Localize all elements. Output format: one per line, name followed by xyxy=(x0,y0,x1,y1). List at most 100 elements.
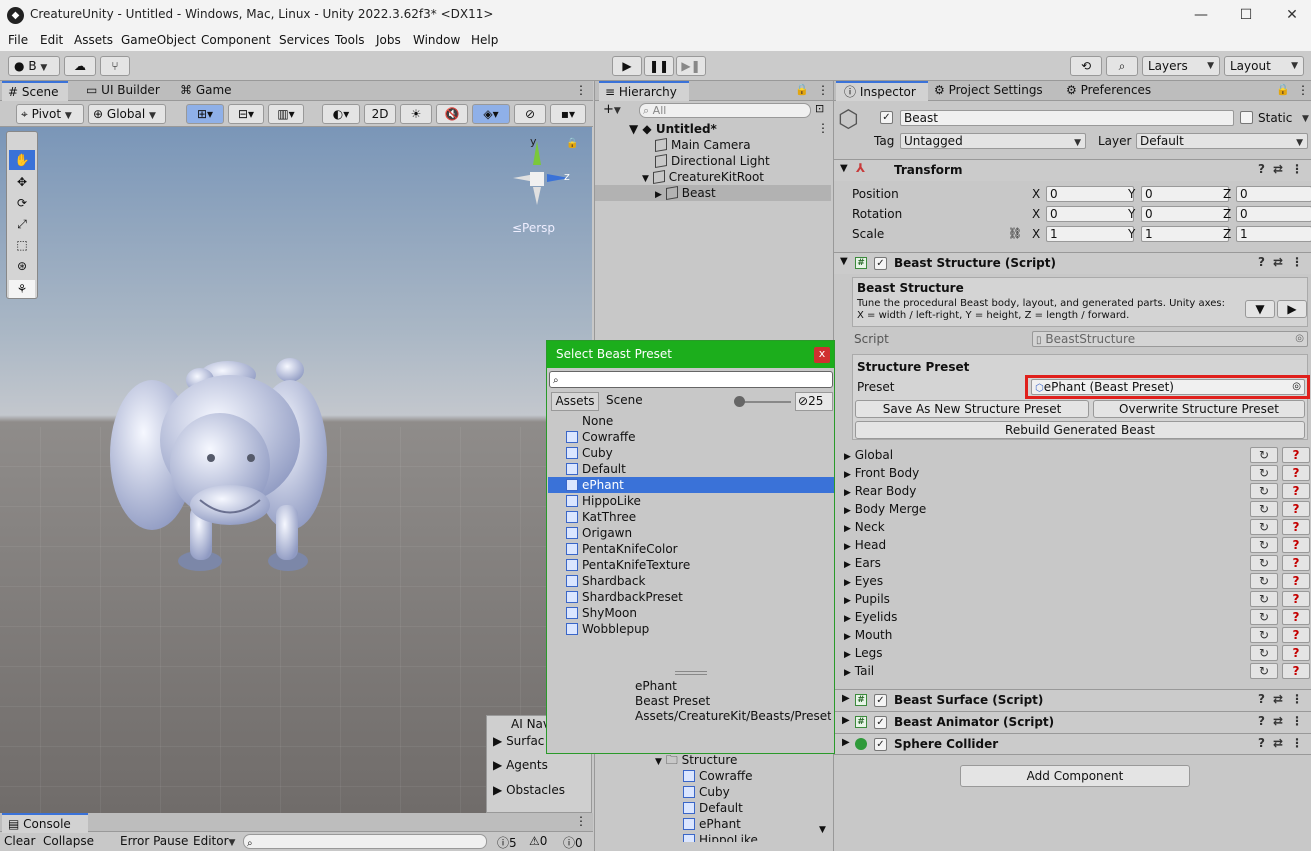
beast-surface-header[interactable]: ▶ # ✓ Beast Surface (Script) ?⇄⋮ xyxy=(834,689,1311,711)
splitter-handle[interactable] xyxy=(675,671,707,675)
tab-project-settings[interactable]: ⚙ Project Settings xyxy=(934,81,1060,101)
add-object-button[interactable]: +▼ xyxy=(603,102,621,117)
overwrite-preset-button[interactable]: Overwrite Structure Preset xyxy=(1093,400,1305,418)
chevron-down-icon[interactable]: ▼ xyxy=(1302,114,1309,124)
more-options-icon[interactable]: ⋮ xyxy=(1297,83,1309,97)
section-foldout-eyes[interactable]: ▶ Eyes xyxy=(844,572,883,590)
component-actions[interactable]: ?⇄⋮ xyxy=(1258,714,1311,728)
step-button[interactable]: ▶❚ xyxy=(676,56,706,76)
pivot-dropdown[interactable]: ⌖ Pivot ▼ xyxy=(16,104,84,124)
close-window-button[interactable]: ✕ xyxy=(1280,4,1304,26)
scene-view[interactable]: y z 🔒 ≤Persp ✋ ✥ ⟳ ⤢ ⬚ ⊛ ⚘ AI Nav ▶ Surf… xyxy=(0,127,592,813)
menu-file[interactable]: File xyxy=(8,33,28,47)
layer-dropdown[interactable]: Default ▼ xyxy=(1136,133,1308,149)
section-foldout-tail[interactable]: ▶ Tail xyxy=(844,662,874,680)
help-mouth-button[interactable]: ? xyxy=(1282,627,1310,643)
preset-option[interactable]: HippoLike xyxy=(548,493,834,509)
console-collapse[interactable]: Collapse xyxy=(43,834,94,848)
console-search-input[interactable]: ⌕ xyxy=(243,834,487,849)
hierarchy-item-creaturekitroot[interactable]: ▼ CreatureKitRoot xyxy=(642,169,764,185)
project-item[interactable]: Cowraffe xyxy=(683,768,752,784)
popup-search-input[interactable]: ⌕ xyxy=(549,371,833,388)
reset-neck-button[interactable]: ↻ xyxy=(1250,519,1278,535)
preset-option[interactable]: ShyMoon xyxy=(548,605,834,621)
project-item[interactable]: ePhant xyxy=(683,816,741,832)
preset-object-field[interactable]: ⬡ePhant (Beast Preset) ◎ xyxy=(1031,379,1305,395)
help-ears-button[interactable]: ? xyxy=(1282,555,1310,571)
more-options-icon[interactable]: ⋮ xyxy=(817,83,829,97)
project-item[interactable]: HippoLike xyxy=(683,832,758,842)
preset-option[interactable]: Default xyxy=(548,461,834,477)
global-dropdown[interactable]: ⊕ Global ▼ xyxy=(88,104,166,124)
menu-help[interactable]: Help xyxy=(471,33,498,47)
menu-tools[interactable]: Tools xyxy=(335,33,365,47)
scroll-down-icon[interactable]: ▼ xyxy=(819,825,826,835)
hierarchy-item-main-camera[interactable]: Main Camera xyxy=(655,137,751,153)
beast-animator-header[interactable]: ▶ # ✓ Beast Animator (Script) ?⇄⋮ xyxy=(834,711,1311,733)
ai-nav-obstacles[interactable]: ▶ Obstacles xyxy=(493,783,565,797)
preset-option[interactable]: ShardbackPreset xyxy=(548,589,834,605)
component-actions[interactable]: ?⇄⋮ xyxy=(1258,736,1311,750)
menu-component[interactable]: Component xyxy=(201,33,271,47)
position-y-input[interactable]: 0 xyxy=(1141,186,1229,202)
collapse-all-button[interactable]: ▼ xyxy=(1245,300,1275,318)
help-legs-button[interactable]: ? xyxy=(1282,645,1310,661)
rotation-y-input[interactable]: 0 xyxy=(1141,206,1229,222)
scale-z-input[interactable]: 1 xyxy=(1236,226,1311,242)
history-button[interactable]: ⟲ xyxy=(1070,56,1102,76)
console-error-pause[interactable]: Error Pause xyxy=(120,834,188,848)
tab-hierarchy[interactable]: ≡ Hierarchy xyxy=(599,81,689,101)
reset-head-button[interactable]: ↻ xyxy=(1250,537,1278,553)
2d-toggle[interactable]: 2D xyxy=(364,104,396,124)
visibility-toggle[interactable]: ⊘ xyxy=(514,104,546,124)
active-checkbox[interactable]: ✓ xyxy=(880,111,893,124)
more-options-icon[interactable]: ⋮ xyxy=(817,121,829,135)
static-checkbox[interactable] xyxy=(1240,111,1253,124)
reset-front-body-button[interactable]: ↻ xyxy=(1250,465,1278,481)
lighting-toggle[interactable]: ☀ xyxy=(400,104,432,124)
popup-zoom-slider-knob[interactable] xyxy=(734,396,745,407)
minimize-button[interactable]: — xyxy=(1189,4,1213,26)
scale-y-input[interactable]: 1 xyxy=(1141,226,1229,242)
scene-root[interactable]: ▼ ◆ Untitled* xyxy=(629,121,717,137)
preset-option[interactable]: PentaKnifeColor xyxy=(548,541,834,557)
reset-legs-button[interactable]: ↻ xyxy=(1250,645,1278,661)
effects-toggle[interactable]: ◈▾ xyxy=(472,104,510,124)
component-enabled-checkbox[interactable]: ✓ xyxy=(874,738,887,751)
scale-tool-icon[interactable]: ⤢ xyxy=(9,214,35,234)
section-foldout-global[interactable]: ▶ Global xyxy=(844,446,893,464)
reset-body-merge-button[interactable]: ↻ xyxy=(1250,501,1278,517)
position-x-input[interactable]: 0 xyxy=(1046,186,1134,202)
menu-assets[interactable]: Assets xyxy=(74,33,113,47)
transform-tool-icon[interactable]: ⊛ xyxy=(9,256,35,276)
scale-x-input[interactable]: 1 xyxy=(1046,226,1134,242)
reset-pupils-button[interactable]: ↻ xyxy=(1250,591,1278,607)
help-eyelids-button[interactable]: ? xyxy=(1282,609,1310,625)
tab-ui-builder[interactable]: ▭ UI Builder xyxy=(72,81,164,101)
link-icon[interactable]: ⛓ xyxy=(1008,227,1022,240)
preset-option[interactable]: Wobblepup xyxy=(548,621,834,637)
menu-gameobject[interactable]: GameObject xyxy=(121,33,196,47)
reset-tail-button[interactable]: ↻ xyxy=(1250,663,1278,679)
section-foldout-rear-body[interactable]: ▶ Rear Body xyxy=(844,482,916,500)
popup-tab-assets[interactable]: Assets xyxy=(551,392,599,411)
section-foldout-eyelids[interactable]: ▶ Eyelids xyxy=(844,608,897,626)
project-item[interactable]: Cuby xyxy=(683,784,730,800)
console-error-count[interactable]: ⓘ0 xyxy=(563,834,583,851)
audio-toggle[interactable]: 🔇 xyxy=(436,104,468,124)
cloud-button[interactable]: ☁ xyxy=(64,56,96,76)
component-actions[interactable]: ?⇄⋮ xyxy=(1258,692,1311,706)
object-name-input[interactable]: Beast xyxy=(900,110,1234,126)
popup-close-button[interactable]: x xyxy=(814,347,830,363)
section-foldout-mouth[interactable]: ▶ Mouth xyxy=(844,626,892,644)
help-tail-button[interactable]: ? xyxy=(1282,663,1310,679)
reset-eyes-button[interactable]: ↻ xyxy=(1250,573,1278,589)
section-foldout-ears[interactable]: ▶ Ears xyxy=(844,554,881,572)
preset-option[interactable]: ePhant xyxy=(548,477,834,493)
draw-mode-button[interactable]: ◐▾ xyxy=(322,104,360,124)
rotation-z-input[interactable]: 0 xyxy=(1236,206,1311,222)
section-foldout-front-body[interactable]: ▶ Front Body xyxy=(844,464,919,482)
preset-option[interactable]: Origawn xyxy=(548,525,834,541)
scene-filter-icon[interactable]: ⊡ xyxy=(815,102,824,115)
rect-tool-icon[interactable]: ⬚ xyxy=(9,235,35,255)
